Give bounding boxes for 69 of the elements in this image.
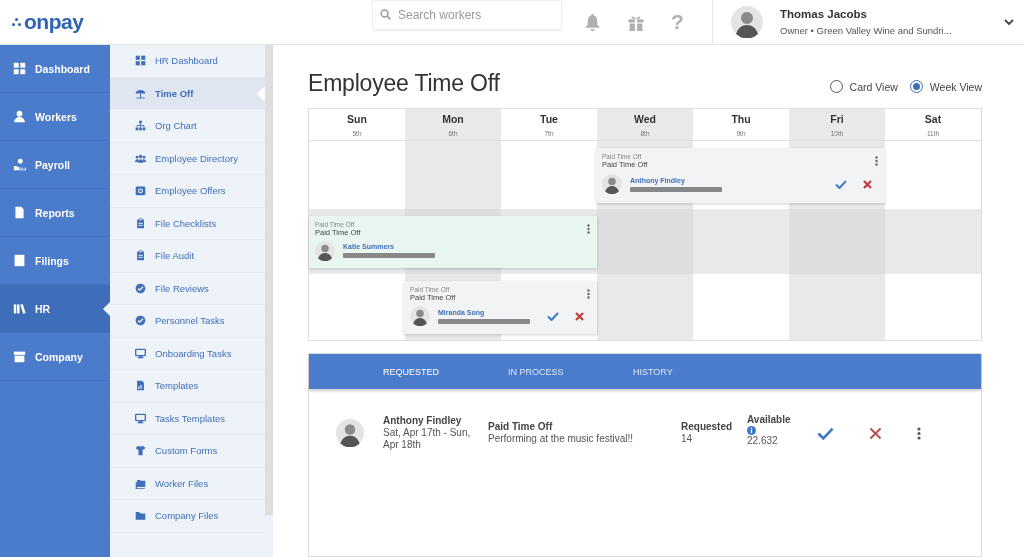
requested-value: 14	[681, 433, 694, 445]
clipboard-icon	[135, 217, 146, 229]
umbrella-icon	[135, 87, 146, 99]
page-title: Employee Time Off	[308, 70, 500, 97]
day-name: Mon	[442, 112, 464, 125]
approve-check-icon[interactable]	[817, 426, 834, 440]
leave-type: Paid Time Off	[488, 421, 554, 433]
day-name: Thu	[731, 112, 751, 125]
form-icon	[13, 254, 26, 267]
avatar-icon	[731, 6, 763, 38]
tab[interactable]: HISTORY	[633, 354, 758, 389]
info-icon[interactable]	[747, 425, 756, 435]
chevron-down-icon[interactable]	[1004, 18, 1014, 26]
day-name: Sat	[924, 112, 942, 125]
org-chart-icon	[135, 120, 146, 132]
tab[interactable]: IN PROCESS	[508, 354, 633, 389]
approve-check-icon[interactable]	[835, 179, 847, 189]
search-field[interactable]: Search workers	[372, 0, 562, 30]
folder-icon	[135, 510, 146, 522]
subnav-item[interactable]: Time Off	[110, 77, 265, 110]
clipboard-icon	[135, 250, 146, 262]
more-icon[interactable]	[587, 224, 590, 234]
document-icon	[135, 380, 146, 392]
avatar-icon	[410, 306, 430, 326]
avatar-icon	[315, 240, 335, 261]
deny-x-icon[interactable]	[863, 179, 872, 189]
day-name: Tue	[540, 112, 558, 125]
shirt-icon	[135, 445, 146, 457]
request-note: Performing at the music festival!!	[488, 433, 635, 445]
avatar-icon	[602, 174, 622, 194]
date-range: Sat, Apr 17th - Sun, Apr 18th	[383, 427, 472, 451]
check-circle-icon	[135, 315, 146, 327]
tab[interactable]: REQUESTED	[383, 354, 508, 389]
books-icon	[13, 302, 26, 315]
store-icon	[13, 350, 26, 363]
avatar-icon	[336, 419, 364, 447]
more-icon[interactable]	[587, 289, 590, 299]
badge-icon	[135, 185, 146, 197]
monitor-icon	[135, 412, 146, 424]
more-icon[interactable]	[875, 156, 878, 166]
requested-label: Requested	[681, 421, 734, 433]
person-icon	[13, 110, 26, 123]
view-option[interactable]: Card View	[829, 80, 898, 93]
document-icon	[13, 206, 26, 219]
scrollbar[interactable]	[265, 45, 273, 515]
folders-icon	[135, 477, 146, 489]
dots-icon	[12, 18, 21, 26]
user-name: Thomas Jacobs	[780, 8, 868, 20]
approve-check-icon[interactable]	[547, 311, 559, 321]
day-name: Wed	[634, 112, 656, 125]
day-name: Fri	[830, 112, 844, 125]
user-subtitle: Owner • Green Valley Wine and Sundri...	[780, 25, 953, 36]
nav-item[interactable]: HR	[0, 285, 110, 333]
monitor-icon	[135, 347, 146, 359]
subnav-item[interactable]: Company Files	[110, 500, 265, 533]
employee-name: Anthony Findley	[383, 415, 463, 427]
grid-icon	[13, 62, 26, 75]
deny-x-icon[interactable]	[869, 426, 882, 440]
day-name: Sun	[347, 112, 367, 125]
check-circle-icon	[135, 282, 146, 294]
available-label: Available	[747, 413, 792, 426]
deny-x-icon[interactable]	[575, 311, 584, 321]
view-option[interactable]: Week View	[909, 80, 982, 93]
hand-coin-icon	[13, 158, 26, 171]
grid-icon	[135, 55, 146, 67]
people-icon	[135, 152, 146, 164]
available-value: 22.632	[747, 434, 779, 447]
more-icon[interactable]	[917, 426, 921, 440]
logo[interactable]: onpay	[24, 10, 84, 34]
